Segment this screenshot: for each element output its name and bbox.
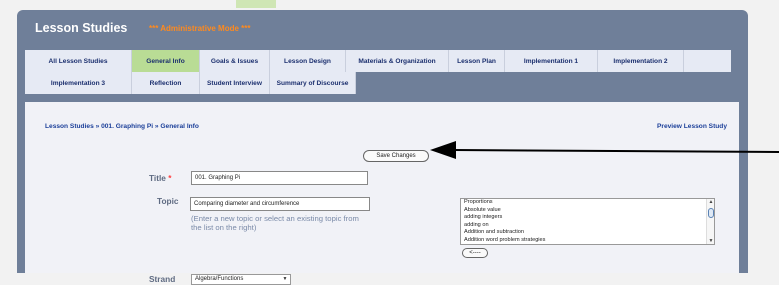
dropdown-arrow-icon[interactable]: ▼: [281, 276, 289, 283]
tab-lesson-plan[interactable]: Lesson Plan: [449, 50, 505, 72]
preview-lesson-study-link[interactable]: Preview Lesson Study: [657, 123, 727, 130]
tab-goals-issues[interactable]: Goals & Issues: [200, 50, 270, 72]
tab-spacer: [684, 50, 731, 72]
topic-hint: (Enter a new topic or select an existing…: [191, 214, 359, 232]
topic-option[interactable]: Absolute value: [461, 207, 714, 215]
tab-implementation-3[interactable]: Implementation 3: [25, 72, 132, 94]
top-tab-hint: [236, 0, 276, 8]
scroll-down-icon[interactable]: ▼: [708, 238, 714, 244]
topic-option[interactable]: Addition word problem strategies: [461, 237, 714, 245]
top-strip: [0, 0, 779, 10]
save-changes-button[interactable]: Save Changes: [363, 150, 429, 162]
arrow-head: [430, 141, 456, 159]
tab-all-lesson-studies[interactable]: All Lesson Studies: [25, 50, 132, 72]
topic-option[interactable]: adding integers: [461, 214, 714, 222]
strand-value: Algebra/Functions: [195, 276, 244, 282]
tab-implementation-2[interactable]: Implementation 2: [598, 50, 684, 72]
tab-general-info[interactable]: General Info: [132, 50, 200, 72]
tab-materials-organization[interactable]: Materials & Organization: [346, 50, 449, 72]
content-area: Lesson Studies » 001. Graphing Pi » Gene…: [25, 102, 739, 285]
title-label: Title *: [149, 173, 171, 183]
add-topic-button[interactable]: <----: [462, 248, 488, 258]
panel-title: Lesson Studies: [35, 21, 128, 35]
topic-list[interactable]: Proportions Absolute value adding intege…: [460, 198, 715, 245]
scroll-up-icon[interactable]: ▲: [708, 199, 714, 205]
tab-summary-of-discourse[interactable]: Summary of Discourse: [270, 72, 356, 94]
title-label-text: Title: [149, 173, 166, 183]
arrow-shaft: [453, 149, 779, 153]
tab-lesson-design[interactable]: Lesson Design: [270, 50, 346, 72]
topic-option[interactable]: Proportions: [461, 199, 714, 207]
tab-implementation-1[interactable]: Implementation 1: [505, 50, 598, 72]
tab-student-interview[interactable]: Student Interview: [200, 72, 270, 94]
breadcrumb[interactable]: Lesson Studies » 001. Graphing Pi » Gene…: [45, 123, 199, 130]
topic-input[interactable]: Comparing diameter and circumference: [190, 197, 370, 211]
tab-reflection[interactable]: Reflection: [132, 72, 200, 94]
tab-bar: All Lesson Studies General Info Goals & …: [25, 50, 731, 102]
strand-label: Strand: [149, 274, 176, 284]
required-marker: *: [168, 173, 172, 183]
topic-option[interactable]: Addition and subtraction: [461, 229, 714, 237]
topic-label: Topic: [157, 196, 179, 206]
admin-mode-label: *** Administrative Mode ***: [149, 24, 251, 33]
annotation-arrow-icon: [430, 141, 779, 159]
strand-select[interactable]: Algebra/Functions ▼: [191, 274, 291, 285]
topic-option[interactable]: adding on: [461, 222, 714, 230]
title-input[interactable]: 001. Graphing Pi: [191, 171, 368, 185]
topic-list-scrollbar[interactable]: ▲ ▼: [706, 199, 714, 244]
scroll-thumb[interactable]: [708, 208, 714, 218]
